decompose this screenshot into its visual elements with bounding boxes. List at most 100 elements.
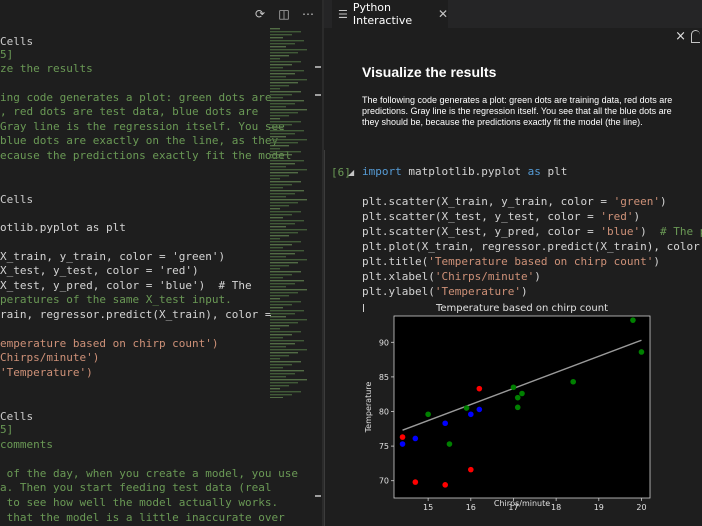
minimap-line [270,214,292,216]
editor-line: 5] [0,423,14,436]
scroll-marker [315,94,321,96]
minimap-line [270,253,295,255]
minimap-line [270,106,286,108]
minimap-line [270,154,292,156]
minimap-line [270,349,307,351]
partial-icon[interactable] [691,30,700,43]
y-tick-label: 70 [379,477,389,486]
minimap-line [270,370,304,372]
more-actions-icon[interactable]: ⋯ [300,6,316,22]
editor-line: Cells [0,193,34,206]
minimap[interactable] [268,28,314,398]
cell-code[interactable]: import matplotlib.pyplot as plt plt.scat… [362,164,702,314]
data-point-blue [399,441,406,447]
minimap-line [270,256,286,258]
minimap-line [270,166,286,168]
editor-line: , red dots are test data, blue dots are [0,105,259,118]
minimap-line [270,373,295,375]
minimap-line [270,157,283,159]
editor-lines[interactable]: Cells 5] ze the results ing code generates … [0,0,298,526]
minimap-line [270,235,289,237]
data-point-green [638,349,645,355]
x-tick-label: 18 [551,503,561,512]
minimap-line [270,340,304,342]
code-line: plt.scatter(X_test, y_pred, color = 'blu… [362,225,702,238]
minimap-line [270,262,298,264]
minimap-line [270,286,286,288]
data-point-red [468,466,474,473]
tab-label: Python Interactive [352,1,413,27]
x-axis-label: Chirps/minute [494,499,550,508]
editor-scrollbar[interactable] [314,28,322,526]
close-icon[interactable]: × [675,29,686,44]
minimap-line [270,94,292,96]
tab-python-interactive[interactable]: ☰ Python Interactive ✕ [332,0,448,28]
minimap-line [270,169,307,171]
code-line: plt.scatter(X_test, y_test, color = 'red… [362,210,641,223]
minimap-line [270,325,289,327]
minimap-line [270,31,301,33]
data-point-blue [412,435,419,442]
minimap-line [270,208,280,210]
data-point-green [630,317,636,323]
minimap-line [270,241,301,243]
minimap-line [270,319,307,321]
markdown-line: predictions. Gray line is the regression… [362,106,672,116]
minimap-line [270,313,295,315]
minimap-line [270,40,304,42]
minimap-line [270,61,301,63]
minimap-line [270,226,286,228]
editor-toolbar: ⟳ ◫ ⋯ [0,0,322,28]
minimap-line [270,316,286,318]
minimap-line [270,250,304,252]
minimap-line [270,190,304,192]
minimap-line [270,178,280,180]
minimap-line [270,91,301,93]
editor-line: ecause the predictions exactly fit the m… [0,149,292,162]
editor-line: peratures of the same X_test input. [0,293,232,306]
x-tick-label: 15 [423,503,433,512]
minimap-line [270,361,301,363]
code-line: plt.xlabel('Chirps/minute') [362,270,541,283]
data-point-red [399,434,406,440]
minimap-line [270,271,301,273]
minimap-line [270,247,283,249]
editor-line: rain, regressor.predict(X_train), color … [0,308,272,321]
scroll-marker [315,495,321,497]
minimap-line [270,52,298,54]
tab-bar: ☰ Python Interactive ✕ [324,0,702,28]
minimap-line [270,73,295,75]
markdown-body: The following code generates a plot: gre… [362,95,702,128]
minimap-line [270,277,283,279]
run-icon[interactable]: ⟳ [252,6,268,22]
collapse-icon[interactable]: ◢ [348,168,354,177]
data-point-blue [476,406,483,413]
code-editor[interactable]: Cells 5] ze the results ing code generates … [0,0,322,526]
minimap-line [270,328,280,330]
y-tick-label: 90 [379,338,389,347]
minimap-line [270,136,286,138]
editor-line: emperature based on chirp count') [0,337,219,350]
editor-line: blue dots are exactly on the line, as th… [0,134,279,147]
minimap-line [270,76,286,78]
editor-line: ze the results [0,62,93,75]
minimap-line [270,292,298,294]
minimap-line [270,283,295,285]
minimap-line [270,28,280,30]
minimap-line [270,121,301,123]
minimap-line [270,376,286,378]
minimap-line [270,295,289,297]
minimap-line [270,46,286,48]
split-editor-icon[interactable]: ◫ [276,6,292,22]
minimap-line [270,355,289,357]
minimap-line [270,346,286,348]
tab-close-icon[interactable]: ✕ [438,7,448,21]
minimap-line [270,160,304,162]
minimap-line [270,34,292,36]
minimap-line [270,49,307,51]
minimap-line [270,301,301,303]
minimap-line [270,310,304,312]
data-point-green [463,405,470,411]
data-point-green [514,404,521,411]
editor-line: Gray line is the regression itself. You … [0,120,285,133]
